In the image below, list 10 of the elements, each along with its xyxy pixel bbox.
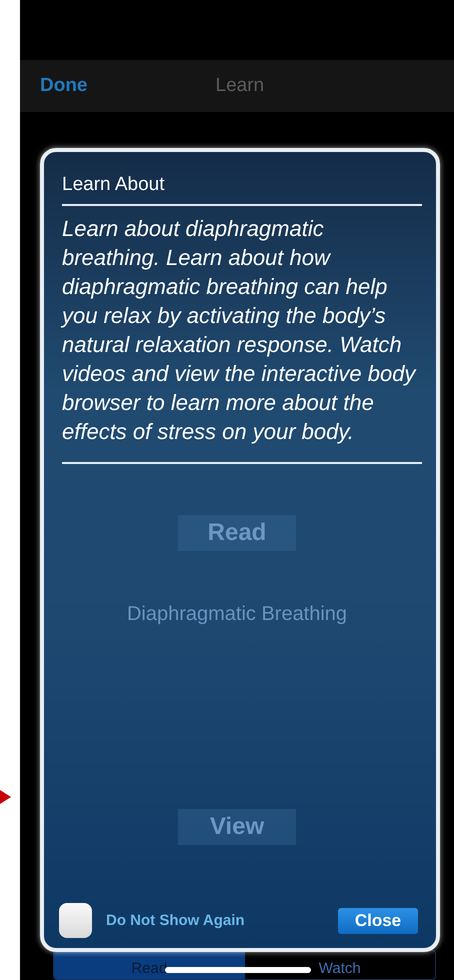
checkbox[interactable]: [59, 903, 92, 938]
done-button[interactable]: Done: [40, 75, 88, 97]
arrow-icon: [0, 790, 11, 804]
topic-button[interactable]: View: [178, 809, 296, 845]
topic-title: Diaphragmatic Breathing: [126, 603, 348, 626]
dialog-text: Learn about diaphragmatic breathing. Learn about how diaphragmatic breathing can help you relax by activating the body’s natural relaxation response. Watch videos and view the interactive body browser to learn more about the effects of stress on your body.: [62, 206, 422, 464]
checkbox-label: Do Not Show Again: [106, 912, 245, 929]
nav-title: Learn: [216, 75, 264, 97]
close-button[interactable]: Close: [338, 908, 418, 934]
dialog-title: Learn About: [62, 174, 422, 206]
